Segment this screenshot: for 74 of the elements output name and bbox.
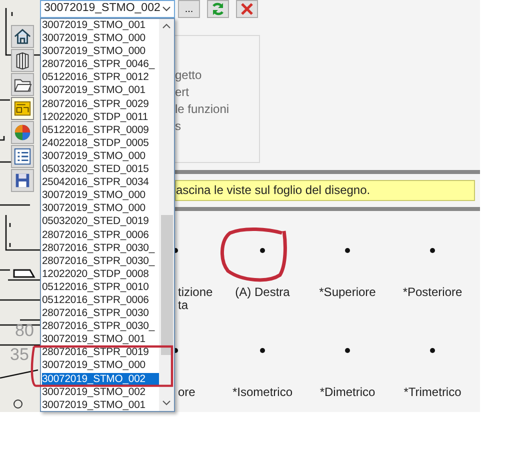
sidebar-tab[interactable] [11,49,34,72]
view-label: *Dimetrico [320,386,376,399]
scroll-down-icon[interactable] [162,400,171,406]
option-label: s [175,119,182,134]
view-label: *Trimetrico [404,386,462,399]
list-item[interactable]: 28072016_STPR_0046_ [42,58,159,72]
sidebar-tab[interactable] [11,145,34,168]
sidebar-tab[interactable] [11,25,34,48]
view-label: (A) Destra [235,286,290,299]
scrollbar[interactable] [159,19,174,411]
list-item[interactable]: 05032020_STED_0015 [42,163,159,176]
list-item[interactable]: 30072019_STMO_001 [42,398,159,411]
list-item[interactable]: 28072016_STPR_0029 [42,98,159,111]
view-point[interactable] [430,248,435,253]
list-item[interactable]: 30072019_STMO_000 [42,150,159,164]
refresh-button[interactable] [207,0,229,18]
list-item[interactable]: 24022018_STDP_0005 [42,136,159,150]
list-item[interactable]: 12022020_STDP_0011 [42,110,159,124]
list-item[interactable]: 05122016_STPR_0010 [42,280,159,294]
list-item[interactable]: 28072016_STPR_0030_ [42,242,159,255]
browse-button[interactable]: ... [178,0,200,18]
list-item[interactable]: 05032020_STED_0019 [42,215,159,228]
list-item[interactable]: 28072016_STPR_0030 [42,307,159,320]
view-point[interactable] [345,248,350,253]
file-dropdown[interactable]: 30072019_STMO_002 [40,0,175,18]
sidebar-tab[interactable] [11,169,34,192]
home-icon [13,27,32,46]
view-label: ore [177,386,196,399]
list-item[interactable]: 12022020_STDP_0008 [42,268,159,281]
list-item[interactable]: 28072016_STPR_0030_ [42,254,159,268]
view-point[interactable] [345,348,350,353]
list-item[interactable]: 30072019_STMO_001 [42,19,159,32]
list-item[interactable]: 30072019_STMO_000 [42,359,159,373]
sidebar-tab[interactable] [11,73,34,96]
list-item[interactable]: 30072019_STMO_000 [42,45,159,58]
list-item[interactable]: 30072019_STMO_002 [42,372,159,386]
save-icon [13,171,32,190]
dimension-text: 80 [15,321,34,340]
list-item[interactable]: 30072019_STMO_002 [42,386,159,399]
refresh-icon [211,2,225,16]
list-icon [13,147,32,166]
view-label: *Isometrico [232,386,293,399]
option-label: ert [175,85,190,100]
view-point[interactable] [430,348,435,353]
list-item[interactable]: 30072019_STMO_001 [42,333,159,346]
color-icon [13,123,32,142]
option-label: le funzioni [175,102,230,117]
list-item[interactable]: 05122016_STPR_0012 [42,71,159,84]
list-item[interactable]: 30072019_STMO_001 [42,84,159,98]
view-point[interactable] [173,248,178,253]
view-label: *Posteriore [402,286,462,299]
option-label: getto [175,68,203,83]
close-button[interactable] [236,0,258,18]
hint-message: ascina le viste sul foglio del disegno. [175,180,475,201]
list-item[interactable]: 05122016_STPR_0006 [42,294,159,308]
list-item[interactable]: 28072016_STPR_0019 [42,346,159,360]
view-point[interactable] [173,348,178,353]
list-item[interactable]: 25042016_STPR_0034 [42,176,159,190]
view-label: *Superiore [319,286,376,299]
list-item[interactable]: 05122016_STPR_0009 [42,124,159,137]
dimension-text: 35 [10,345,29,364]
chevron-icon [162,6,171,12]
view-point[interactable] [260,248,265,253]
list-item[interactable]: 30072019_STMO_000 [42,202,159,216]
scroll-up-icon[interactable] [162,23,171,29]
view-label: tizione ta [177,286,213,312]
list-item[interactable]: 28072016_STPR_0030_ [42,320,159,334]
view-point[interactable] [260,348,265,353]
list-item[interactable]: 30072019_STMO_000 [42,32,159,46]
sidebar-tab[interactable] [11,97,34,120]
list-item[interactable]: 28072016_STPR_0006 [42,228,159,242]
close-icon [240,2,254,16]
layout-icon [13,99,32,118]
list-item[interactable]: 30072019_STMO_000 [42,189,159,202]
